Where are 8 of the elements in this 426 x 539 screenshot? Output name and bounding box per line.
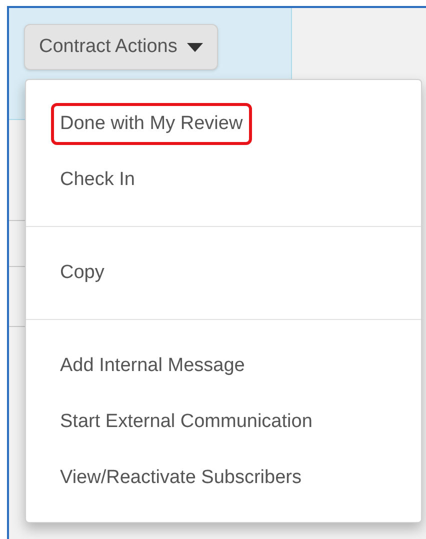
menu-item[interactable]: Start External Communication xyxy=(60,408,312,436)
menu-item[interactable]: Done with My Review xyxy=(51,102,252,146)
menu-item[interactable]: Check In xyxy=(60,166,135,194)
menu-item[interactable]: View/Reactivate Subscribers xyxy=(60,464,302,492)
contract-actions-button[interactable]: Contract Actions xyxy=(24,24,218,70)
menu-item[interactable]: Add Internal Message xyxy=(60,352,245,380)
menu-item[interactable]: Copy xyxy=(60,258,104,288)
caret-down-icon xyxy=(187,42,204,52)
